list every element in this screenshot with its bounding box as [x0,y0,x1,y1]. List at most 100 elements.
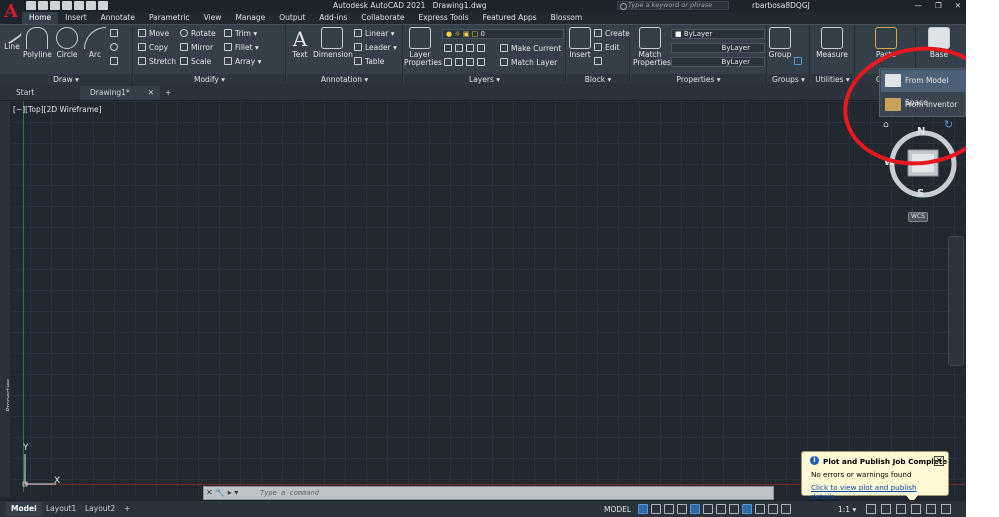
annotation-visibility-icon[interactable] [768,504,778,514]
dimension-button[interactable]: Dimension [313,27,353,59]
lineweight-dropdown[interactable]: ByLayer [671,57,765,67]
redo-icon[interactable] [98,1,108,10]
command-line-tools-icon[interactable]: ✕ 🔧 ▸ ▾ [206,487,238,499]
group-button[interactable]: Group [768,27,792,59]
fillet-button[interactable]: Fillet ▾ [224,41,259,54]
hardware-acceleration-icon[interactable] [911,504,921,514]
close-button[interactable]: ✕ [955,0,961,12]
dynamic-input-icon[interactable] [677,504,687,514]
tab-annotate[interactable]: Annotate [94,12,142,24]
viewport-controls[interactable]: [−][Top][2D Wireframe] [13,105,102,114]
layer-dropdown[interactable]: ● ☼ ▣ □ 0 [442,29,564,39]
tab-home[interactable]: Home [22,12,59,24]
edit-block-button[interactable]: Edit [594,41,620,54]
leader-button[interactable]: Leader ▾ [354,41,397,54]
snap-icon[interactable] [651,504,661,514]
tab-output[interactable]: Output [272,12,312,24]
wcs-menu[interactable]: WCS [908,212,928,222]
save-icon[interactable] [50,1,60,10]
text-button[interactable]: A Text [289,27,311,59]
restore-button[interactable]: ❐ [935,0,942,12]
command-input[interactable]: Type a command [260,487,319,499]
tab-parametric[interactable]: Parametric [142,12,197,24]
color-dropdown[interactable]: ■ ByLayer [671,29,765,39]
units-icon[interactable] [896,504,906,514]
command-line[interactable]: ✕ 🔧 ▸ ▾ Type a command [203,486,774,500]
lineweight-icon[interactable] [755,504,765,514]
auto-scale-icon[interactable] [781,504,791,514]
object-snap-icon[interactable] [742,504,752,514]
tab-insert[interactable]: Insert [58,12,94,24]
linear-button[interactable]: Linear ▾ [354,27,394,40]
undo-icon[interactable] [86,1,96,10]
workspace-gear-icon[interactable] [866,504,876,514]
plot-details-link[interactable]: Click to view plot and publish details..… [811,483,948,501]
linetype-dropdown[interactable]: ByLayer [671,43,765,53]
mirror-button[interactable]: Mirror [180,41,213,54]
customization-menu-icon[interactable] [941,504,951,514]
line-button[interactable]: Line [1,23,23,51]
tab-layout2[interactable]: Layout2 [80,502,120,516]
open-file-icon[interactable] [38,1,48,10]
autocad-logo-icon[interactable]: A [0,0,22,24]
array-button[interactable]: Array ▾ [224,55,261,68]
block-attributes-button[interactable] [594,55,605,68]
tab-collaborate[interactable]: Collaborate [354,12,411,24]
plot-icon[interactable] [74,1,84,10]
add-layout-button[interactable]: + [119,502,135,516]
clean-screen-icon[interactable] [926,504,936,514]
tab-drawing1[interactable]: Drawing1* ✕ [80,86,160,100]
match-properties-button[interactable]: Match Properties [633,27,671,67]
tab-blossom[interactable]: Blossom [544,12,590,24]
ellipse-tool[interactable] [110,41,121,54]
ortho-icon[interactable] [690,504,700,514]
hatch-tool[interactable] [110,55,121,68]
group-select-button[interactable] [794,55,805,68]
scale-button[interactable]: Scale [180,55,211,68]
layer-tools-row2[interactable] [444,56,488,69]
navigation-bar[interactable] [948,236,964,366]
object-snap-tracking-icon[interactable] [729,504,739,514]
rotate-button[interactable]: Rotate [180,27,216,40]
properties-palette-strip[interactable]: Properties [0,101,12,497]
annotation-scale[interactable]: 1:1 ▾ [838,503,856,516]
new-file-icon[interactable] [26,1,36,10]
minimize-button[interactable]: — [914,0,922,12]
close-tab-icon[interactable]: ✕ [148,86,154,100]
stretch-button[interactable]: Stretch [138,55,176,68]
move-button[interactable]: Move [138,27,169,40]
polyline-button[interactable]: Polyline [23,27,52,59]
circle-button[interactable]: Circle [55,27,79,59]
table-button[interactable]: Table [354,55,384,68]
tab-manage[interactable]: Manage [228,12,272,24]
tab-view[interactable]: View [197,12,229,24]
create-block-button[interactable]: Create [594,27,630,40]
tab-layout1[interactable]: Layout1 [41,502,81,516]
tab-featured-apps[interactable]: Featured Apps [476,12,544,24]
arc-button[interactable]: Arc [84,27,106,59]
isometric-icon[interactable] [716,504,726,514]
tab-add-ins[interactable]: Add-ins [312,12,354,24]
grid-icon[interactable] [638,504,648,514]
match-layer-button[interactable]: Match Layer [500,56,557,69]
new-tab-button[interactable]: + [161,86,175,100]
make-current-button[interactable]: Make Current [500,42,561,55]
infer-constraints-icon[interactable] [664,504,674,514]
insert-button[interactable]: Insert [568,27,592,59]
compass-south[interactable]: S [917,188,924,199]
tab-start[interactable]: Start [6,86,78,100]
measure-button[interactable]: Measure [813,27,851,59]
model-space-toggle[interactable]: MODEL [604,503,631,516]
tab-express-tools[interactable]: Express Tools [411,12,475,24]
drawing-canvas[interactable] [9,101,966,497]
trim-button[interactable]: Trim ▾ [224,27,257,40]
rectangle-tool[interactable] [110,27,121,40]
layer-tools-row1[interactable] [444,42,488,55]
search-input[interactable]: Type a keyword or phrase [617,1,729,10]
layer-properties-button[interactable]: Layer Properties [404,27,442,67]
close-notification-button[interactable]: ✕ [934,456,944,466]
copy-button[interactable]: Copy [138,41,168,54]
tab-model[interactable]: Model [6,502,42,516]
save-as-icon[interactable] [62,1,72,10]
user-account[interactable]: rbarbosa8DQGJ [752,0,810,12]
